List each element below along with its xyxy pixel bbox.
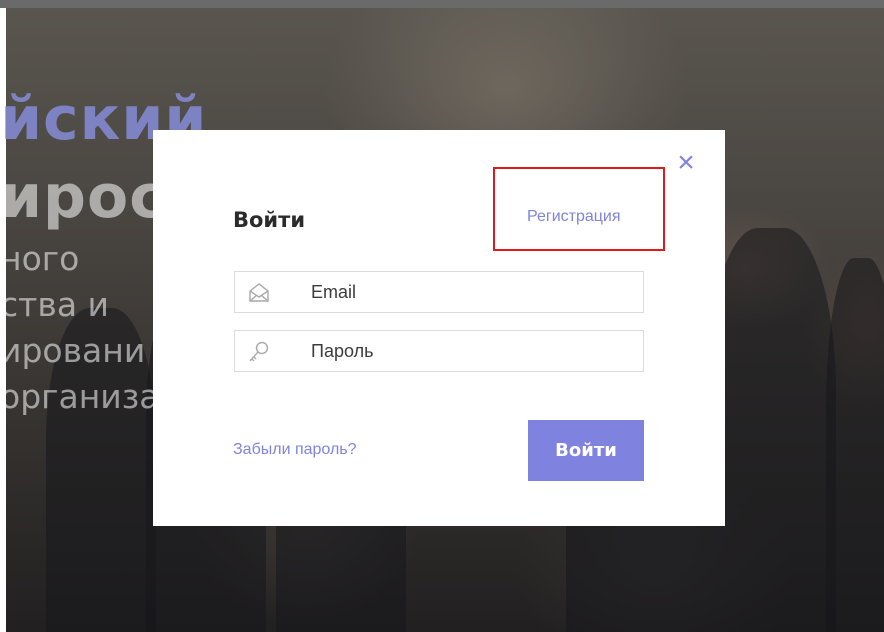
top-bar: [0, 0, 884, 8]
close-icon[interactable]: ×: [673, 148, 699, 178]
login-button[interactable]: Войти: [528, 420, 644, 481]
key-icon: [247, 340, 271, 364]
screen: йский ирос ного ства и ировани организа …: [0, 0, 884, 632]
password-input[interactable]: [311, 331, 631, 371]
email-field[interactable]: [234, 271, 644, 313]
modal-title: Войти: [233, 208, 306, 232]
password-field[interactable]: [234, 330, 644, 372]
email-input[interactable]: [311, 272, 631, 312]
forgot-password-link[interactable]: Забыли пароль?: [233, 441, 357, 459]
login-modal: × Войти Регистрация Забыл: [153, 130, 725, 526]
envelope-icon: [247, 281, 271, 305]
register-link[interactable]: Регистрация: [527, 208, 621, 226]
